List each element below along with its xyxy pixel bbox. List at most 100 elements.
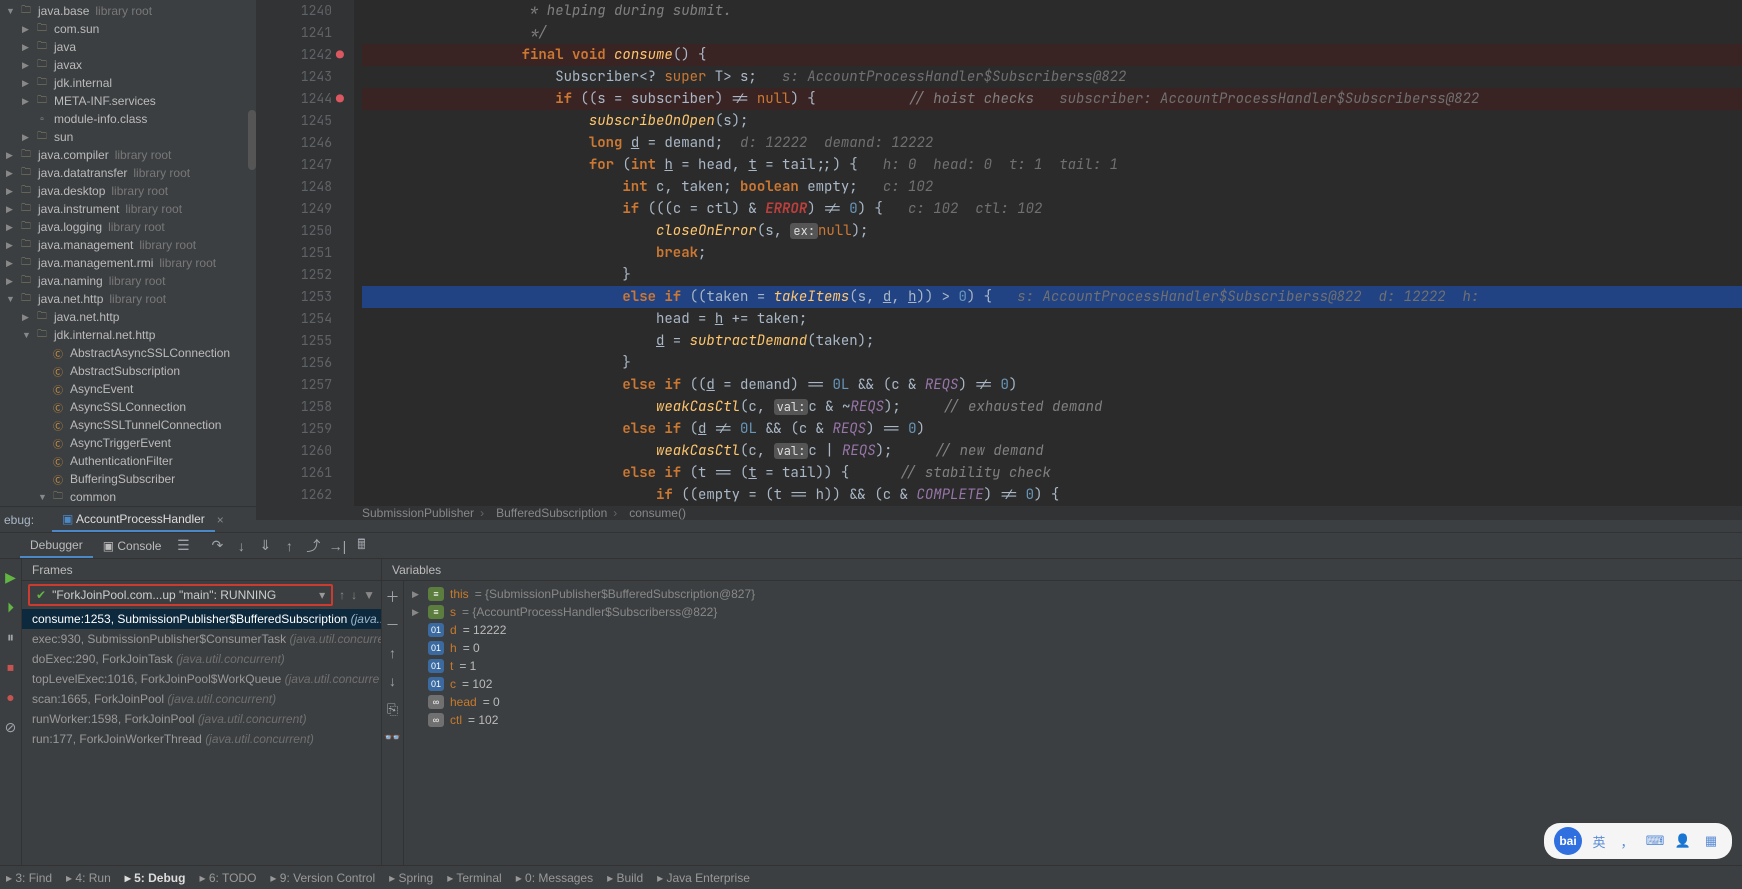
tree-item[interactable]: 🗀META-INF.services [0, 92, 256, 110]
tree-arrow-icon[interactable] [6, 276, 18, 287]
tree-item[interactable]: 🗀java.instrumentlibrary root [0, 200, 256, 218]
variable-row[interactable]: ∞head= 0 [412, 693, 1734, 711]
tree-arrow-icon[interactable] [6, 168, 18, 179]
tree-arrow-icon[interactable] [6, 6, 18, 16]
baidu-ime-icon[interactable]: bai [1554, 827, 1582, 855]
down-icon[interactable]: ↓ [381, 669, 405, 693]
tree-item[interactable]: 🗀java.logginglibrary root [0, 218, 256, 236]
tree-arrow-icon[interactable] [6, 204, 18, 215]
tree-arrow-icon[interactable] [6, 294, 18, 304]
code-line[interactable]: if (((c = ctl) & ERROR) != 0) { c: 102 c… [362, 198, 1742, 220]
line-number[interactable]: 1249 [256, 198, 332, 220]
tree-item[interactable]: 🗀common [0, 488, 256, 506]
close-tab-icon[interactable]: × [217, 513, 224, 527]
variable-row[interactable]: ▶≡this= {SubmissionPublisher$BufferedSub… [412, 585, 1734, 603]
line-number[interactable]: 1242 ● [256, 44, 332, 66]
breadcrumb-item[interactable]: consume() [629, 506, 686, 520]
variable-row[interactable]: 01h= 0 [412, 639, 1734, 657]
mute-breakpoints-icon[interactable]: ⊘ [0, 715, 23, 739]
line-number[interactable]: 1262 [256, 484, 332, 506]
view-breakpoints-icon[interactable]: ● [0, 685, 23, 709]
tree-item[interactable]: ⒸAuthenticationFilter [0, 452, 256, 470]
console-tab[interactable]: ▣ Console [93, 535, 172, 557]
code-line[interactable]: weakCasCtl(c, val:c & ~REQS); // exhaust… [362, 396, 1742, 418]
code-line[interactable]: for (int h = head, t = tail;;) { h: 0 he… [362, 154, 1742, 176]
tool-window-button[interactable]: ▸ 3: Find [6, 871, 52, 885]
tool-window-button[interactable]: ▸ 6: TODO [199, 871, 256, 885]
ime-keyboard-icon[interactable]: ⌨ [1644, 830, 1666, 852]
copy-icon[interactable]: ⎘ [381, 697, 405, 721]
variable-row[interactable]: ∞ctl= 102 [412, 711, 1734, 729]
stack-frame[interactable]: topLevelExec:1016, ForkJoinPool$WorkQueu… [22, 669, 381, 689]
thread-selector[interactable]: ✔ "ForkJoinPool.com...up "main": RUNNING… [28, 584, 333, 606]
code-line[interactable]: final void consume() { [362, 44, 1742, 66]
line-number[interactable]: 1245 [256, 110, 332, 132]
up-icon[interactable]: ↑ [381, 641, 405, 665]
tree-item[interactable]: 🗀sun [0, 128, 256, 146]
ime-toolbar[interactable]: bai 英 ， ⌨ 👤 ▦ [1544, 823, 1732, 859]
code-editor[interactable]: 124012411242 ●12431244 ●1245124612471248… [256, 0, 1742, 506]
breadcrumb-item[interactable]: BufferedSubscription [496, 506, 623, 520]
tree-arrow-icon[interactable] [22, 42, 34, 53]
tree-item[interactable]: ⒸAbstractAsyncSSLConnection [0, 344, 256, 362]
line-number[interactable]: 1247 [256, 154, 332, 176]
code-line[interactable]: } [362, 264, 1742, 286]
code-line[interactable]: closeOnError(s, ex:null); [362, 220, 1742, 242]
code-line[interactable]: } [362, 352, 1742, 374]
ime-user-icon[interactable]: 👤 [1672, 830, 1694, 852]
expand-arrow-icon[interactable]: ▶ [412, 589, 422, 600]
tree-item[interactable]: 🗀java.naminglibrary root [0, 272, 256, 290]
line-number[interactable]: 1252 [256, 264, 332, 286]
code-line[interactable]: else if (t == (t = tail)) { // stability… [362, 462, 1742, 484]
tree-item[interactable]: 🗀java.desktoplibrary root [0, 182, 256, 200]
next-thread-icon[interactable]: ↓ [351, 588, 357, 602]
variable-row[interactable]: ▶≡s= {AccountProcessHandler$Subscriberss… [412, 603, 1734, 621]
prev-thread-icon[interactable]: ↑ [339, 588, 345, 602]
resume-icon[interactable]: ⏵ [0, 595, 23, 619]
tree-item[interactable]: 🗀java.compilerlibrary root [0, 146, 256, 164]
run-to-cursor-icon[interactable]: →| [325, 534, 349, 558]
tree-arrow-icon[interactable] [22, 330, 34, 340]
line-number[interactable]: 1257 [256, 374, 332, 396]
tree-arrow-icon[interactable] [22, 60, 34, 71]
line-number[interactable]: 1258 [256, 396, 332, 418]
debugger-tab[interactable]: Debugger [20, 534, 93, 558]
stack-frame[interactable]: doExec:290, ForkJoinTask (java.util.conc… [22, 649, 381, 669]
code-line[interactable]: Subscriber<? super T> s; s: AccountProce… [362, 66, 1742, 88]
code-line[interactable]: long d = demand; d: 12222 demand: 12222 [362, 132, 1742, 154]
watches-icon[interactable]: 👓 [381, 725, 405, 749]
line-number[interactable]: 1251 [256, 242, 332, 264]
code-line[interactable]: int c, taken; boolean empty; c: 102 [362, 176, 1742, 198]
line-number[interactable]: 1253 [256, 286, 332, 308]
code-line[interactable]: else if ((taken = takeItems(s, d, h)) > … [362, 286, 1742, 308]
code-line[interactable]: * helping during submit. [362, 0, 1742, 22]
stop-icon[interactable]: ⏹ [0, 655, 23, 679]
code-line[interactable]: if ((empty = (t == h)) && (c & COMPLETE)… [362, 484, 1742, 506]
variable-row[interactable]: 01t= 1 [412, 657, 1734, 675]
code-line[interactable]: else if ((d = demand) == 0L && (c & REQS… [362, 374, 1742, 396]
code-line[interactable]: break; [362, 242, 1742, 264]
add-watch-icon[interactable]: ＋ [381, 585, 405, 609]
tree-arrow-icon[interactable] [6, 240, 18, 251]
line-number[interactable]: 1259 [256, 418, 332, 440]
tree-item[interactable]: ⒸAbstractSubscription [0, 362, 256, 380]
pause-icon[interactable]: ⏸ [0, 625, 23, 649]
code-line[interactable]: weakCasCtl(c, val:c | REQS); // new dema… [362, 440, 1742, 462]
tree-item[interactable]: 🗀java.managementlibrary root [0, 236, 256, 254]
sidebar-scrollbar[interactable] [248, 110, 256, 170]
stack-frame[interactable]: exec:930, SubmissionPublisher$ConsumerTa… [22, 629, 381, 649]
line-number[interactable]: 1250 [256, 220, 332, 242]
tree-arrow-icon[interactable] [22, 78, 34, 89]
code-line[interactable]: head = h += taken; [362, 308, 1742, 330]
expand-arrow-icon[interactable]: ▶ [412, 607, 422, 618]
variable-row[interactable]: 01d= 12222 [412, 621, 1734, 639]
tree-item[interactable]: 🗀java.management.rmilibrary root [0, 254, 256, 272]
step-into-icon[interactable]: ↓ [229, 534, 253, 558]
drop-frame-icon[interactable]: ⤴ [301, 534, 325, 558]
tree-item[interactable]: 🗀com.sun [0, 20, 256, 38]
tree-arrow-icon[interactable] [6, 222, 18, 233]
tree-arrow-icon[interactable] [6, 150, 18, 161]
remove-watch-icon[interactable]: － [381, 613, 405, 637]
tree-item[interactable]: ⒸAsyncTriggerEvent [0, 434, 256, 452]
tree-item[interactable]: 🗀javax [0, 56, 256, 74]
